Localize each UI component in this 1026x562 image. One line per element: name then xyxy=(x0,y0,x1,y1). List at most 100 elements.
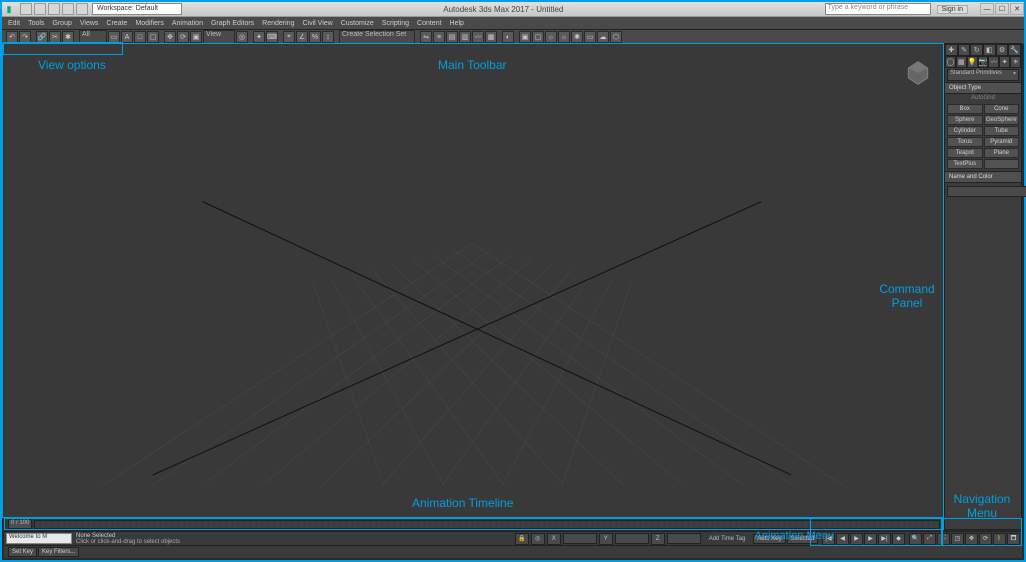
cat-spacewarps-icon[interactable]: ✦ xyxy=(999,56,1010,68)
select-name-button[interactable]: A xyxy=(121,31,133,43)
spinner-snap-button[interactable]: ↕ xyxy=(322,31,334,43)
selected-key-button[interactable]: Selected xyxy=(787,534,818,544)
primitive-sphere[interactable]: Sphere xyxy=(947,115,983,125)
render-preset-button[interactable]: ▭ xyxy=(584,31,596,43)
cat-helpers-icon[interactable]: 〰 xyxy=(988,56,999,68)
orbit-icon[interactable]: ⟳ xyxy=(979,533,992,545)
tab-display-icon[interactable]: ⚙ xyxy=(996,44,1009,56)
isolate-icon[interactable]: ◎ xyxy=(531,533,545,545)
select-manipulate-button[interactable]: ✦ xyxy=(253,31,265,43)
cat-cameras-icon[interactable]: 📷 xyxy=(978,56,989,68)
layers-button[interactable]: ▤ xyxy=(446,31,458,43)
primitive-torus[interactable]: Torus xyxy=(947,137,983,147)
open-autodesk-button[interactable]: ⬡ xyxy=(610,31,622,43)
object-name-input[interactable] xyxy=(947,186,1026,197)
curve-editor-button[interactable]: 〰 xyxy=(472,31,484,43)
menu-customize[interactable]: Customize xyxy=(341,20,374,27)
redo-button[interactable]: ↷ xyxy=(19,31,31,43)
autokey-button[interactable]: Auto Key xyxy=(753,534,785,544)
menu-animation[interactable]: Animation xyxy=(172,20,203,27)
ribbon-button[interactable]: ▥ xyxy=(459,31,471,43)
key-mode-icon[interactable]: ◆ xyxy=(892,533,905,545)
tab-motion-icon[interactable]: ◧ xyxy=(983,44,996,56)
cat-shapes-icon[interactable]: ▦ xyxy=(956,56,967,68)
signin-button[interactable]: Sign in xyxy=(937,5,968,14)
render-button[interactable]: ☼ xyxy=(545,31,557,43)
qat-redo-icon[interactable] xyxy=(76,3,88,15)
primitive-tube[interactable]: Tube xyxy=(984,126,1020,136)
scale-button[interactable]: ▣ xyxy=(190,31,202,43)
rollout-name-color[interactable]: Name and Color xyxy=(945,171,1021,183)
viewcube-icon[interactable] xyxy=(905,60,931,86)
lock-selection-icon[interactable]: 🔒 xyxy=(515,533,529,545)
material-editor-button[interactable]: ◐ xyxy=(502,31,514,43)
qat-new-icon[interactable] xyxy=(20,3,32,15)
render-in-cloud-button[interactable]: ☁ xyxy=(597,31,609,43)
animation-timeline[interactable]: 0 / 100 xyxy=(4,518,944,530)
move-button[interactable]: ✥ xyxy=(164,31,176,43)
x-field[interactable] xyxy=(563,533,597,544)
max-viewport-icon[interactable]: 🗖 xyxy=(1007,533,1020,545)
angle-snap-button[interactable]: ∠ xyxy=(296,31,308,43)
align-button[interactable]: ≡ xyxy=(433,31,445,43)
render-setup-button[interactable]: ▣ xyxy=(519,31,531,43)
play-icon[interactable]: ▶ xyxy=(850,533,863,545)
menu-group[interactable]: Group xyxy=(52,20,71,27)
frame-indicator[interactable]: 0 / 100 xyxy=(8,519,32,529)
primitive-plane[interactable]: Plane xyxy=(984,148,1020,158)
primitive-geosphere[interactable]: GeoSphere xyxy=(984,115,1020,125)
goto-end-icon[interactable]: ▶| xyxy=(878,533,891,545)
prev-frame-icon[interactable]: ◀ xyxy=(836,533,849,545)
rotate-button[interactable]: ⟳ xyxy=(177,31,189,43)
menu-tools[interactable]: Tools xyxy=(28,20,44,27)
snap-toggle-button[interactable]: ⌖ xyxy=(283,31,295,43)
menu-edit[interactable]: Edit xyxy=(8,20,20,27)
tab-modify-icon[interactable]: ✎ xyxy=(958,44,971,56)
zoom-icon[interactable]: 🔍 xyxy=(909,533,922,545)
unlink-button[interactable]: ✂ xyxy=(49,31,61,43)
maxscript-listener[interactable]: Welcome to M xyxy=(6,533,72,544)
keyfilters-button[interactable]: Key Filters... xyxy=(38,547,79,557)
link-button[interactable]: 🔗 xyxy=(36,31,48,43)
menu-scripting[interactable]: Scripting xyxy=(382,20,409,27)
minimize-icon[interactable]: — xyxy=(980,3,994,15)
primitive-box[interactable]: Box xyxy=(947,104,983,114)
next-frame-icon[interactable]: ▶ xyxy=(864,533,877,545)
menu-help[interactable]: Help xyxy=(450,20,464,27)
undo-button[interactable]: ↶ xyxy=(6,31,18,43)
add-time-tag[interactable]: Add Time Tag xyxy=(709,536,746,542)
autogrid-checkbox[interactable]: AutoGrid xyxy=(945,94,1021,102)
menu-grapheditors[interactable]: Graph Editors xyxy=(211,20,254,27)
cat-systems-icon[interactable]: ☀ xyxy=(1010,56,1021,68)
setkey-button[interactable]: Set Key xyxy=(8,547,37,557)
zoom-extents-icon[interactable]: ⛶ xyxy=(937,533,950,545)
ref-coord-sys[interactable]: View xyxy=(203,30,235,44)
goto-start-icon[interactable]: |◀ xyxy=(822,533,835,545)
tab-create-icon[interactable]: ✚ xyxy=(945,44,958,56)
rendered-frame-button[interactable]: ▢ xyxy=(532,31,544,43)
menu-content[interactable]: Content xyxy=(417,20,442,27)
render-iterative-button[interactable]: ☼ xyxy=(558,31,570,43)
selection-filter[interactable]: All xyxy=(79,30,107,44)
primitive-teapot[interactable]: Teapot xyxy=(947,148,983,158)
help-search-input[interactable]: Type a keyword or phrase xyxy=(825,3,931,15)
rollout-object-type[interactable]: Object Type xyxy=(945,82,1021,94)
primitive-cylinder[interactable]: Cylinder xyxy=(947,126,983,136)
primitive-pyramid[interactable]: Pyramid xyxy=(984,137,1020,147)
bind-spacewarp-button[interactable]: ✱ xyxy=(62,31,74,43)
window-crossing-button[interactable]: ▢ xyxy=(147,31,159,43)
tab-utilities-icon[interactable]: 🔧 xyxy=(1008,44,1021,56)
zoom-all-icon[interactable]: ⤢ xyxy=(923,533,936,545)
percent-snap-button[interactable]: % xyxy=(309,31,321,43)
primitive-cone[interactable]: Cone xyxy=(984,104,1020,114)
render-activeshade-button[interactable]: ✺ xyxy=(571,31,583,43)
tab-hierarchy-icon[interactable]: ↻ xyxy=(970,44,983,56)
select-object-button[interactable]: ▭ xyxy=(108,31,120,43)
use-center-button[interactable]: ◎ xyxy=(236,31,248,43)
y-field[interactable] xyxy=(615,533,649,544)
cat-geometry-icon[interactable]: ◯ xyxy=(945,56,956,68)
primitive-textplus[interactable]: TextPlus xyxy=(947,159,983,169)
keyboard-shortcut-button[interactable]: ⌨ xyxy=(266,31,278,43)
menu-views[interactable]: Views xyxy=(80,20,99,27)
fov-icon[interactable]: ◳ xyxy=(951,533,964,545)
